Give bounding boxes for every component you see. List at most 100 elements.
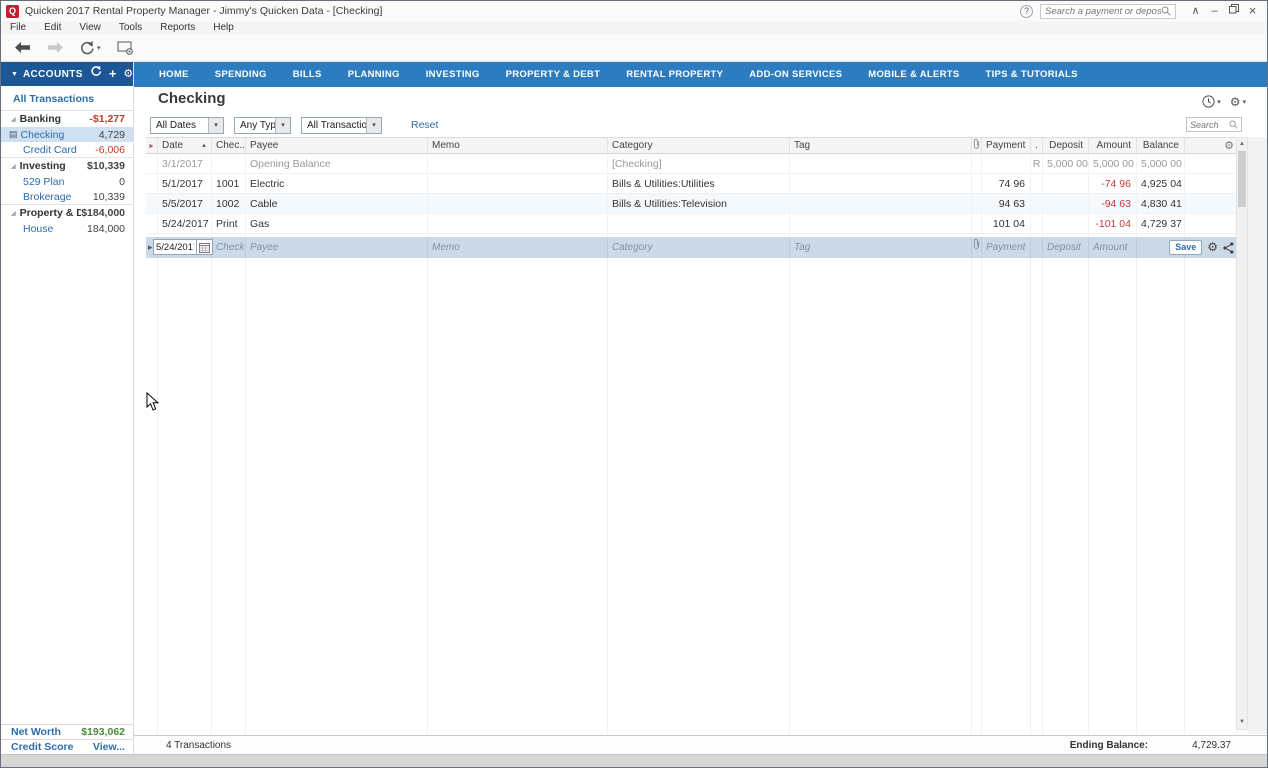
register-search[interactable] [1186,117,1242,132]
restore-button[interactable] [1224,1,1243,21]
column-header-check[interactable]: Chec... [212,138,246,153]
close-button[interactable]: × [1243,1,1262,21]
credit-score-view-link[interactable]: View... [93,741,125,753]
menu-view[interactable]: View [70,21,110,34]
minimize-button[interactable]: – [1205,1,1224,21]
refresh-icon [90,65,102,77]
window-bottom-edge [1,754,1267,767]
menu-file[interactable]: File [1,21,35,34]
sidebar-group-investing[interactable]: ◢ Investing $10,339 [1,157,133,174]
scrollbar-thumb[interactable] [1238,151,1246,207]
sidebar-group-banking[interactable]: ◢ Banking -$1,277 [1,110,133,127]
sidebar-item-529-plan[interactable]: 529 Plan 0 [1,174,133,189]
back-button[interactable] [15,42,31,53]
tab-add-on-services[interactable]: ADD-ON SERVICES [736,62,855,87]
tab-mobile-alerts[interactable]: MOBILE & ALERTS [855,62,972,87]
sidebar-item-brokerage[interactable]: Brokerage 10,339 [1,189,133,204]
calendar-button[interactable] [197,239,213,255]
sidebar-group-property-debt[interactable]: ◢ Property & Debt $184,000 [1,204,133,221]
sidebar-item-house[interactable]: House 184,000 [1,221,133,236]
payee-field[interactable]: Payee [250,242,278,253]
column-header-category[interactable]: Category [608,138,790,153]
sidebar-item-checking[interactable]: ▤ Checking 4,729 [1,127,133,142]
column-header-flag[interactable]: ► [146,138,158,153]
menu-edit[interactable]: Edit [35,21,70,34]
add-account-button[interactable]: + [109,62,117,86]
column-header-payee[interactable]: Payee [246,138,428,153]
sidebar-header-label: ACCOUNTS [23,69,83,80]
table-row-electric[interactable]: 5/1/2017 1001 Electric Bills & Utilities… [146,174,1238,194]
cell-amount: -101 04 [1089,214,1137,233]
credit-score-label: Credit Score [11,741,93,753]
table-row-gas[interactable]: 5/24/2017 Print Gas 101 04 -101 04 4,729… [146,214,1238,234]
scroll-up-arrow-icon[interactable]: ▲ [1237,138,1247,151]
menu-help[interactable]: Help [204,21,243,34]
date-field[interactable] [153,239,213,255]
account-balance: 184,000 [87,223,125,235]
date-filter-dropdown[interactable]: All Dates ▾ [150,117,224,134]
customize-toolbar-button[interactable] [117,41,134,55]
register-history-button[interactable]: ▾ [1202,95,1221,108]
vertical-scrollbar[interactable]: ▲ ▼ [1236,137,1248,730]
column-header-payment[interactable]: Payment [982,138,1031,153]
payment-field[interactable]: Payment [986,242,1025,253]
column-header-deposit[interactable]: Deposit [1043,138,1089,153]
window-title: Quicken 2017 Rental Property Manager - J… [25,5,382,17]
column-header-attachment[interactable] [972,138,982,153]
edit-row-settings-button[interactable]: ⚙ [1207,240,1218,255]
collapse-window-button[interactable]: ∧ [1186,1,1205,21]
split-transaction-icon[interactable] [1223,242,1234,254]
column-header-date[interactable]: Date▲ [158,138,212,153]
group-value: -$1,277 [89,113,125,125]
column-settings-button[interactable]: ⚙ [1185,138,1238,153]
category-field[interactable]: Category [612,242,653,253]
paperclip-icon[interactable] [973,238,980,250]
help-icon[interactable]: ? [1020,5,1033,18]
sidebar-settings-button[interactable]: ⚙ [123,62,133,86]
forward-button[interactable] [47,42,63,53]
table-row-cable[interactable]: 5/5/2017 1002 Cable Bills & Utilities:Te… [146,194,1238,214]
tab-rental-property[interactable]: RENTAL PROPERTY [613,62,736,87]
tab-bills[interactable]: BILLS [280,62,335,87]
new-transaction-row[interactable]: ▸ Check # Payee Memo Category Tag Paymen… [146,237,1238,258]
type-filter-dropdown[interactable]: Any Type ▾ [234,117,291,134]
sidebar-item-all-transactions[interactable]: All Transactions [1,86,133,110]
save-button[interactable]: Save [1169,240,1202,255]
tab-home[interactable]: HOME [146,62,202,87]
check-number-field[interactable]: Check # [216,242,246,253]
column-header-balance[interactable]: Balance [1137,138,1185,153]
column-header-tag[interactable]: Tag [790,138,972,153]
memo-field[interactable]: Memo [432,242,460,253]
sidebar-item-credit-card[interactable]: Credit Card -6,006 [1,142,133,157]
cell-deposit [1043,214,1089,233]
cell-memo [428,214,608,233]
column-header-memo[interactable]: Memo [428,138,608,153]
amount-field[interactable]: Amount [1093,242,1127,253]
collapse-icon[interactable]: ▼ [11,71,18,78]
global-search-input[interactable] [1045,6,1161,17]
one-step-update-button[interactable]: ▾ [79,40,101,56]
table-header-row: ► Date▲ Chec... Payee Memo Category Tag … [146,137,1238,154]
menu-tools[interactable]: Tools [110,21,151,34]
scroll-down-arrow-icon[interactable]: ▼ [1237,716,1247,729]
credit-score-row[interactable]: Credit Score View... [1,739,133,754]
date-input[interactable] [153,239,197,255]
tab-spending[interactable]: SPENDING [202,62,280,87]
column-header-amount[interactable]: Amount [1089,138,1137,153]
tab-property-debt[interactable]: PROPERTY & DEBT [493,62,614,87]
register-actions-button[interactable]: ⚙ ▾ [1230,96,1246,108]
net-worth-row[interactable]: Net Worth $193,062 [1,724,133,739]
tab-investing[interactable]: INVESTING [413,62,493,87]
sidebar-refresh-button[interactable] [90,62,102,86]
tab-tips-tutorials[interactable]: TIPS & TUTORIALS [973,62,1091,87]
table-row-opening-balance[interactable]: 3/1/2017 Opening Balance [Checking] R 5,… [146,154,1238,174]
column-header-clr[interactable]: . [1031,138,1043,153]
tab-planning[interactable]: PLANNING [335,62,413,87]
menu-reports[interactable]: Reports [151,21,204,34]
register-search-input[interactable] [1190,120,1229,130]
transactions-filter-dropdown[interactable]: All Transactions ▾ [301,117,382,134]
tag-field[interactable]: Tag [794,242,810,253]
deposit-field[interactable]: Deposit [1047,242,1081,253]
global-search[interactable] [1040,4,1176,19]
reset-filters-button[interactable]: Reset [405,118,444,132]
